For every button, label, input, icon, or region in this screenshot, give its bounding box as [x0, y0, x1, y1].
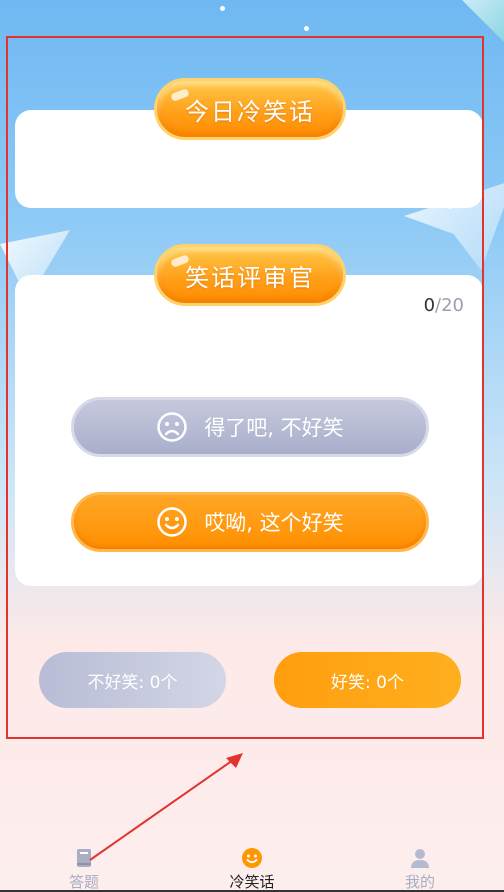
- joke-section-title: 今日冷笑话: [154, 78, 346, 140]
- book-icon: [77, 849, 91, 867]
- tab-answer-label: 答题: [68, 873, 99, 891]
- progress-counter: 0/20: [423, 295, 464, 316]
- background-book-decoration: [462, 0, 504, 42]
- bottom-tab-bar: 答题 冷笑话 我的: [0, 840, 504, 892]
- sad-face-icon: [157, 412, 188, 442]
- background-dot: [220, 6, 225, 11]
- funny-button[interactable]: 哎呦, 这个好笑: [71, 492, 429, 552]
- funny-count: 好笑: 0个: [274, 652, 461, 708]
- progress-total: 20: [441, 295, 464, 316]
- background-dot: [304, 26, 309, 31]
- tab-jokes[interactable]: 冷笑话: [168, 847, 336, 892]
- happy-face-icon: [157, 507, 188, 537]
- tab-answer[interactable]: 答题: [0, 847, 168, 892]
- judge-section-title: 笑话评审官: [154, 244, 346, 306]
- not-funny-label: 得了吧, 不好笑: [204, 416, 344, 440]
- tab-mine-label: 我的: [404, 873, 435, 891]
- progress-current: 0: [423, 295, 436, 316]
- user-icon: [411, 849, 429, 868]
- funny-label: 哎呦, 这个好笑: [204, 511, 344, 535]
- not-funny-count: 不好笑: 0个: [39, 652, 226, 708]
- not-funny-button[interactable]: 得了吧, 不好笑: [71, 397, 429, 457]
- smiley-icon: [242, 848, 262, 868]
- tab-mine[interactable]: 我的: [336, 847, 504, 892]
- tab-jokes-label: 冷笑话: [229, 873, 275, 891]
